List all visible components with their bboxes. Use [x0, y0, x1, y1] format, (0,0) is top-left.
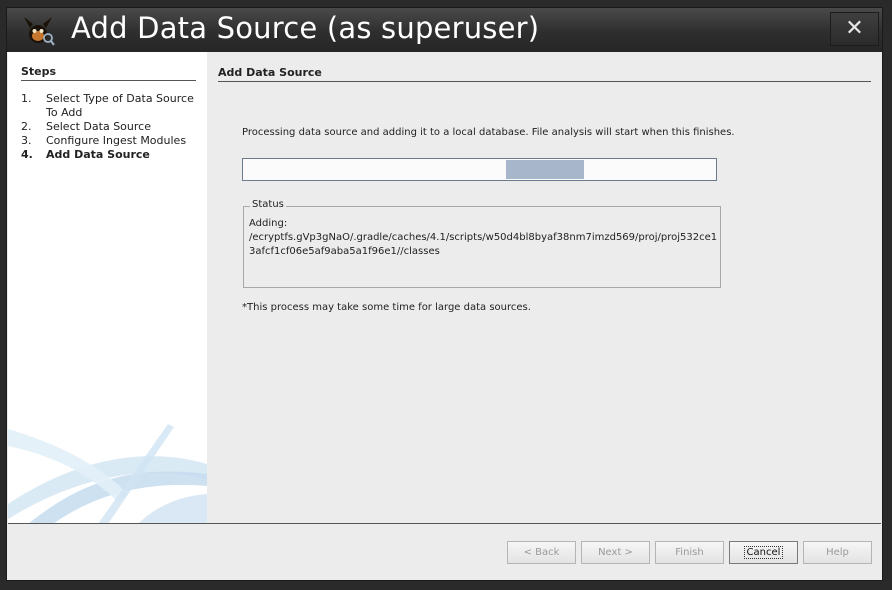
step-number: 2.: [21, 120, 32, 133]
step-item: 2. Select Data Source: [21, 120, 201, 134]
close-button[interactable]: ✕: [830, 12, 879, 46]
help-button-label: Help: [826, 547, 849, 558]
step-number: 1.: [21, 92, 32, 105]
step-label: Add Data Source: [46, 148, 150, 161]
next-button[interactable]: Next >: [581, 541, 650, 564]
next-button-label: Next >: [598, 547, 633, 558]
step-item-current: 4. Add Data Source: [21, 148, 201, 162]
step-label: Select Type of Data Source To Add: [46, 92, 194, 119]
cancel-button[interactable]: Cancel: [729, 541, 798, 564]
add-data-source-window: Add Data Source (as superuser) ✕ Steps 1…: [6, 7, 883, 581]
step-item: 1. Select Type of Data Source To Add: [21, 92, 201, 120]
step-number: 3.: [21, 134, 32, 147]
close-icon: ✕: [845, 16, 864, 41]
step-label: Select Data Source: [46, 120, 151, 133]
autopsy-app-icon: [21, 14, 55, 46]
cancel-button-label: Cancel: [743, 546, 784, 559]
steps-panel: Steps 1. Select Type of Data Source To A…: [8, 52, 207, 524]
step-item: 3. Configure Ingest Modules: [21, 134, 201, 148]
decorative-swoosh-graphic: [8, 424, 207, 524]
status-text: Adding: /ecryptfs.gVp3gNaO/.gradle/cache…: [249, 217, 719, 259]
help-button[interactable]: Help: [803, 541, 872, 564]
title-bar[interactable]: Add Data Source (as superuser) ✕: [7, 8, 882, 52]
button-bar: < Back Next > Finish Cancel Help: [8, 524, 881, 580]
process-note: *This process may take some time for lar…: [242, 302, 531, 313]
progress-indicator: [505, 160, 584, 179]
progress-bar: [242, 158, 717, 181]
status-legend: Status: [250, 199, 286, 210]
steps-title: Steps: [21, 65, 196, 81]
back-button-label: < Back: [523, 547, 560, 558]
status-group: Status Adding: /ecryptfs.gVp3gNaO/.gradl…: [243, 199, 721, 288]
finish-button-label: Finish: [675, 547, 704, 558]
finish-button[interactable]: Finish: [655, 541, 724, 564]
main-content: Add Data Source Processing data source a…: [207, 52, 882, 524]
status-path: /ecryptfs.gVp3gNaO/.gradle/caches/4.1/sc…: [249, 232, 718, 257]
back-button[interactable]: < Back: [507, 541, 576, 564]
step-number: 4.: [21, 148, 33, 161]
window-title: Add Data Source (as superuser): [71, 11, 540, 45]
status-line-adding: Adding:: [249, 218, 288, 229]
processing-message: Processing data source and adding it to …: [242, 127, 735, 138]
section-title: Add Data Source: [218, 66, 871, 82]
steps-list: 1. Select Type of Data Source To Add 2. …: [21, 92, 201, 162]
step-label: Configure Ingest Modules: [46, 134, 187, 147]
